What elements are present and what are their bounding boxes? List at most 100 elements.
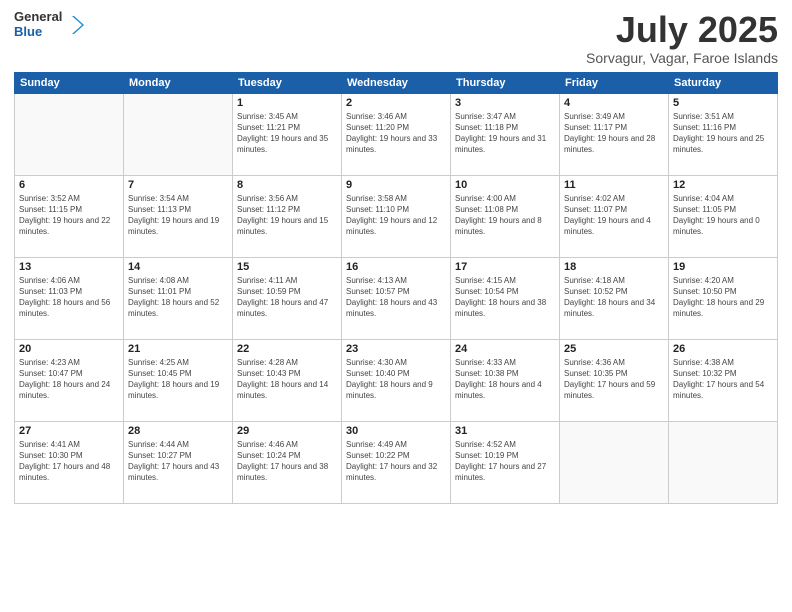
table-row: 10Sunrise: 4:00 AM Sunset: 11:08 PM Dayl… <box>451 175 560 257</box>
day-number: 27 <box>19 425 119 437</box>
table-row: 26Sunrise: 4:38 AM Sunset: 10:32 PM Dayl… <box>669 339 778 421</box>
day-info: Sunrise: 4:49 AM Sunset: 10:22 PM Daylig… <box>346 439 446 484</box>
table-row: 19 Sunrise: 4:20 AM Sunset: 10:50 PM Dayl… <box>669 257 778 339</box>
table-row: 8 Sunrise: 3:56 AM Sunset: 11:12 PM Dayli… <box>233 175 342 257</box>
table-row: 20Sunrise: 4:23 AM Sunset: 10:47 PM Dayl… <box>15 339 124 421</box>
day-number: 29 <box>237 425 337 437</box>
day-number: 7 <box>128 179 228 191</box>
table-row: 28 Sunrise: 4:44 AM Sunset: 10:27 PM Dayl… <box>124 421 233 503</box>
col-wednesday: Wednesday <box>342 72 451 93</box>
day-number: 14 <box>128 261 228 273</box>
day-info: Sunrise: 4:06 AM Sunset: 11:03 PM Daylig… <box>19 275 119 320</box>
day-info: Sunrise: 3:45 AM Sunset: 11:21 PM Daylig… <box>237 111 337 156</box>
day-number: 28 <box>128 425 228 437</box>
day-number: 21 <box>128 343 228 355</box>
day-info: Sunrise: 4:44 AM Sunset: 10:27 PM Daylig… <box>128 439 228 484</box>
day-number: 8 <box>237 179 337 191</box>
table-row: 27 Sunrise: 4:41 AM Sunset: 10:30 PM Dayl… <box>15 421 124 503</box>
day-number: 3 <box>455 97 555 109</box>
page-subtitle: Sorvagur, Vagar, Faroe Islands <box>586 50 778 66</box>
day-number: 6 <box>19 179 119 191</box>
week-row-1: 1 Sunrise: 3:45 AM Sunset: 11:21 PM Dayli… <box>15 93 778 175</box>
calendar-header-row: Sunday Monday Tuesday Wednesday Thursday… <box>15 72 778 93</box>
table-row: 18 Sunrise: 4:18 AM Sunset: 10:52 PM Dayl… <box>560 257 669 339</box>
day-number: 15 <box>237 261 337 273</box>
col-thursday: Thursday <box>451 72 560 93</box>
day-info: Sunrise: 3:58 AM Sunset: 11:10 PM Daylig… <box>346 193 446 238</box>
day-number: 1 <box>237 97 337 109</box>
day-info: Sunrise: 3:46 AM Sunset: 11:20 PM Daylig… <box>346 111 446 156</box>
day-info: Sunrise: 3:56 AM Sunset: 11:12 PM Daylig… <box>237 193 337 238</box>
table-row <box>560 421 669 503</box>
day-info: Sunrise: 4:33 AM Sunset: 10:38 PM Daylig… <box>455 357 555 402</box>
title-block: July 2025 Sorvagur, Vagar, Faroe Islands <box>586 10 778 66</box>
day-info: Sunrise: 4:52 AM Sunset: 10:19 PM Daylig… <box>455 439 555 484</box>
day-info: Sunrise: 4:30 AM Sunset: 10:40 PM Daylig… <box>346 357 446 402</box>
col-sunday: Sunday <box>15 72 124 93</box>
table-row: 16Sunrise: 4:13 AM Sunset: 10:57 PM Dayl… <box>342 257 451 339</box>
table-row <box>15 93 124 175</box>
day-info: Sunrise: 3:49 AM Sunset: 11:17 PM Daylig… <box>564 111 664 156</box>
table-row: 29 Sunrise: 4:46 AM Sunset: 10:24 PM Dayl… <box>233 421 342 503</box>
day-info: Sunrise: 4:20 AM Sunset: 10:50 PM Daylig… <box>673 275 773 320</box>
day-number: 9 <box>346 179 446 191</box>
day-number: 20 <box>19 343 119 355</box>
day-info: Sunrise: 4:25 AM Sunset: 10:45 PM Daylig… <box>128 357 228 402</box>
logo-chevron-icon <box>64 14 86 36</box>
table-row: 23Sunrise: 4:30 AM Sunset: 10:40 PM Dayl… <box>342 339 451 421</box>
day-number: 12 <box>673 179 773 191</box>
day-info: Sunrise: 3:51 AM Sunset: 11:16 PM Daylig… <box>673 111 773 156</box>
day-number: 17 <box>455 261 555 273</box>
day-number: 30 <box>346 425 446 437</box>
day-info: Sunrise: 4:28 AM Sunset: 10:43 PM Daylig… <box>237 357 337 402</box>
day-number: 18 <box>564 261 664 273</box>
table-row: 6 Sunrise: 3:52 AM Sunset: 11:15 PM Dayli… <box>15 175 124 257</box>
table-row: 12 Sunrise: 4:04 AM Sunset: 11:05 PM Dayl… <box>669 175 778 257</box>
day-number: 5 <box>673 97 773 109</box>
day-number: 22 <box>237 343 337 355</box>
day-number: 10 <box>455 179 555 191</box>
week-row-4: 20Sunrise: 4:23 AM Sunset: 10:47 PM Dayl… <box>15 339 778 421</box>
day-info: Sunrise: 4:15 AM Sunset: 10:54 PM Daylig… <box>455 275 555 320</box>
table-row: 14 Sunrise: 4:08 AM Sunset: 11:01 PM Dayl… <box>124 257 233 339</box>
day-info: Sunrise: 4:41 AM Sunset: 10:30 PM Daylig… <box>19 439 119 484</box>
week-row-3: 13Sunrise: 4:06 AM Sunset: 11:03 PM Dayl… <box>15 257 778 339</box>
day-info: Sunrise: 4:13 AM Sunset: 10:57 PM Daylig… <box>346 275 446 320</box>
col-monday: Monday <box>124 72 233 93</box>
day-number: 19 <box>673 261 773 273</box>
table-row: 11Sunrise: 4:02 AM Sunset: 11:07 PM Dayl… <box>560 175 669 257</box>
logo-blue-text: Blue <box>14 25 62 40</box>
day-number: 2 <box>346 97 446 109</box>
day-info: Sunrise: 4:18 AM Sunset: 10:52 PM Daylig… <box>564 275 664 320</box>
day-info: Sunrise: 4:04 AM Sunset: 11:05 PM Daylig… <box>673 193 773 238</box>
day-info: Sunrise: 4:02 AM Sunset: 11:07 PM Daylig… <box>564 193 664 238</box>
day-number: 31 <box>455 425 555 437</box>
day-info: Sunrise: 4:38 AM Sunset: 10:32 PM Daylig… <box>673 357 773 402</box>
table-row: 25Sunrise: 4:36 AM Sunset: 10:35 PM Dayl… <box>560 339 669 421</box>
table-row: 9 Sunrise: 3:58 AM Sunset: 11:10 PM Dayli… <box>342 175 451 257</box>
table-row <box>669 421 778 503</box>
day-info: Sunrise: 4:46 AM Sunset: 10:24 PM Daylig… <box>237 439 337 484</box>
logo-general-text: General <box>14 10 62 25</box>
table-row: 13Sunrise: 4:06 AM Sunset: 11:03 PM Dayl… <box>15 257 124 339</box>
day-number: 4 <box>564 97 664 109</box>
day-info: Sunrise: 3:52 AM Sunset: 11:15 PM Daylig… <box>19 193 119 238</box>
day-number: 24 <box>455 343 555 355</box>
week-row-5: 27 Sunrise: 4:41 AM Sunset: 10:30 PM Dayl… <box>15 421 778 503</box>
day-info: Sunrise: 4:11 AM Sunset: 10:59 PM Daylig… <box>237 275 337 320</box>
table-row: 5 Sunrise: 3:51 AM Sunset: 11:16 PM Dayli… <box>669 93 778 175</box>
table-row: 22 Sunrise: 4:28 AM Sunset: 10:43 PM Dayl… <box>233 339 342 421</box>
col-saturday: Saturday <box>669 72 778 93</box>
logo: General Blue <box>14 10 86 40</box>
table-row: 4 Sunrise: 3:49 AM Sunset: 11:17 PM Dayli… <box>560 93 669 175</box>
day-info: Sunrise: 4:08 AM Sunset: 11:01 PM Daylig… <box>128 275 228 320</box>
col-friday: Friday <box>560 72 669 93</box>
day-info: Sunrise: 4:36 AM Sunset: 10:35 PM Daylig… <box>564 357 664 402</box>
table-row: 1 Sunrise: 3:45 AM Sunset: 11:21 PM Dayli… <box>233 93 342 175</box>
table-row: 21 Sunrise: 4:25 AM Sunset: 10:45 PM Dayl… <box>124 339 233 421</box>
table-row: 7 Sunrise: 3:54 AM Sunset: 11:13 PM Dayli… <box>124 175 233 257</box>
day-info: Sunrise: 3:54 AM Sunset: 11:13 PM Daylig… <box>128 193 228 238</box>
col-tuesday: Tuesday <box>233 72 342 93</box>
header: General Blue July 2025 Sorvagur, Vagar, … <box>14 10 778 66</box>
table-row: 2 Sunrise: 3:46 AM Sunset: 11:20 PM Dayli… <box>342 93 451 175</box>
